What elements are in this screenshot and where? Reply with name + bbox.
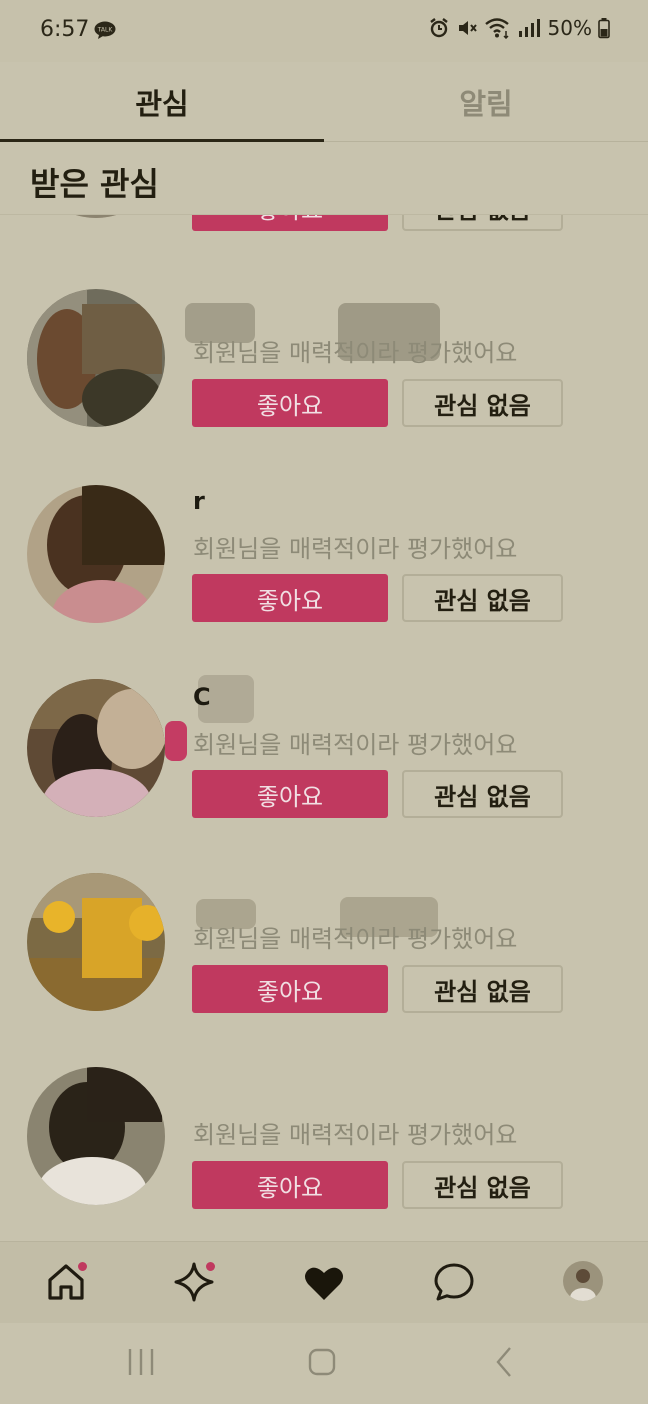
like-button[interactable]: 좋아요 <box>192 215 388 231</box>
like-button[interactable]: 좋아요 <box>192 965 388 1013</box>
home-badge <box>78 1262 87 1271</box>
alarm-icon <box>429 18 448 38</box>
heart-icon[interactable] <box>302 1260 346 1304</box>
tab-notifications[interactable]: 알림 <box>324 62 648 142</box>
interest-message: 회원님을 매력적이라 평가했어요 <box>193 339 518 367</box>
list-item[interactable]: 회원님을 매력적이라 평가했어요 좋아요 관심 없음 <box>0 869 648 1065</box>
redaction-block <box>165 721 187 761</box>
received-interest-list[interactable]: 좋아요 관심 없음 회원님을 매력적이라 평가했어요 <box>0 215 648 1241</box>
not-interested-button[interactable]: 관심 없음 <box>402 215 563 231</box>
tab-interest[interactable]: 관심 <box>0 62 324 142</box>
avatar[interactable] <box>27 1067 165 1205</box>
avatar[interactable] <box>27 289 165 427</box>
home-button-icon[interactable] <box>306 1343 338 1381</box>
like-button[interactable]: 좋아요 <box>192 379 388 427</box>
kakaotalk-icon: TALK <box>94 21 116 39</box>
app-screen: 6:57 TALK 50% 관심 알림 받은 관심 회원님을 매력적이라 평가했… <box>0 0 648 1404</box>
section-title: 받은 관심 <box>30 165 159 203</box>
section-header: 받은 관심 <box>0 143 648 215</box>
back-icon[interactable] <box>490 1343 520 1381</box>
sparkle-badge <box>206 1262 215 1271</box>
home-icon[interactable] <box>44 1260 88 1304</box>
battery-percent: 50% <box>547 16 592 40</box>
not-interested-button[interactable]: 관심 없음 <box>402 770 563 818</box>
svg-text:TALK: TALK <box>97 27 114 34</box>
tab-bar: 관심 알림 <box>0 62 648 142</box>
like-button[interactable]: 좋아요 <box>192 1161 388 1209</box>
status-bar: 6:57 TALK 50% <box>0 0 648 62</box>
list-item[interactable]: r 회원님을 매력적이라 평가했어요 좋아요 관심 없음 <box>0 477 648 673</box>
recent-apps-icon[interactable] <box>126 1343 156 1381</box>
avatar[interactable] <box>27 485 165 623</box>
interest-message: 회원님을 매력적이라 평가했어요 <box>193 1121 518 1149</box>
not-interested-button[interactable]: 관심 없음 <box>402 1161 563 1209</box>
not-interested-button[interactable]: 관심 없음 <box>402 965 563 1013</box>
interest-message: 회원님을 매력적이라 평가했어요 <box>193 925 518 953</box>
active-tab-indicator <box>0 139 324 142</box>
not-interested-button[interactable]: 관심 없음 <box>402 379 563 427</box>
mute-icon <box>458 21 477 35</box>
like-button[interactable]: 좋아요 <box>192 574 388 622</box>
user-name: r <box>193 487 205 515</box>
bottom-navigation <box>0 1241 648 1323</box>
tab-notifications-label: 알림 <box>459 87 513 121</box>
interest-message: 회원님을 매력적이라 평가했어요 <box>193 535 518 563</box>
user-name: C <box>193 683 211 711</box>
list-item[interactable]: C 회원님을 매력적이라 평가했어요 좋아요 관심 없음 <box>0 673 648 869</box>
like-button[interactable]: 좋아요 <box>192 770 388 818</box>
avatar[interactable] <box>27 873 165 1011</box>
interest-message: 회원님을 매력적이라 평가했어요 <box>193 731 518 759</box>
sparkle-icon[interactable] <box>172 1260 216 1304</box>
system-navigation-bar <box>0 1323 648 1404</box>
list-item-partial: 좋아요 관심 없음 <box>0 215 648 261</box>
not-interested-button[interactable]: 관심 없음 <box>402 574 563 622</box>
list-item[interactable]: 회원님을 매력적이라 평가했어요 좋아요 관심 없음 <box>0 1065 648 1241</box>
status-icons: 50% <box>428 16 610 40</box>
chat-icon[interactable] <box>432 1260 476 1304</box>
battery-icon <box>598 18 610 39</box>
signal-icon <box>518 19 540 37</box>
status-time: 6:57 <box>40 17 90 42</box>
wifi-icon <box>484 18 509 39</box>
tab-interest-label: 관심 <box>135 87 189 121</box>
avatar[interactable] <box>27 679 165 817</box>
profile-avatar[interactable] <box>562 1260 606 1304</box>
list-item[interactable]: 회원님을 매력적이라 평가했어요 좋아요 관심 없음 <box>0 281 648 477</box>
avatar[interactable] <box>27 215 165 218</box>
